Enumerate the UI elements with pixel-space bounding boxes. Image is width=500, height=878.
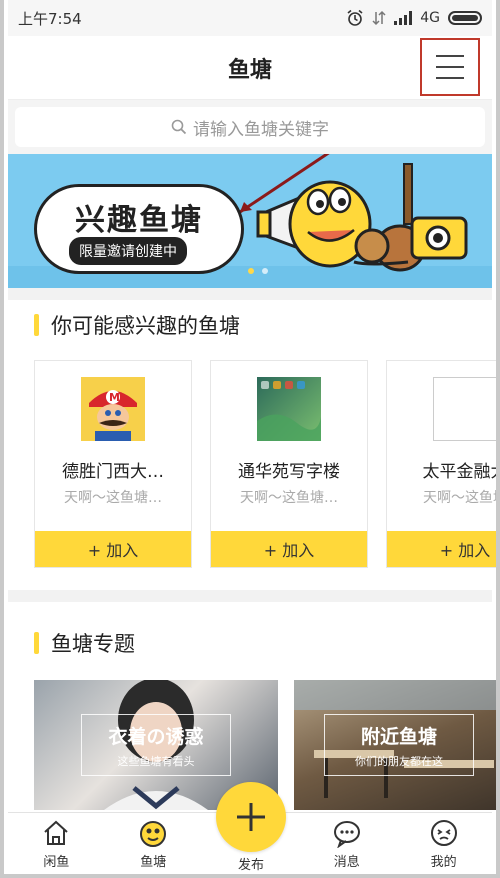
status-icons: 4G (346, 9, 482, 27)
pond-name: 太平金融大 (422, 462, 500, 482)
alarm-icon (347, 9, 363, 26)
status-time: 上午7:54 (18, 9, 82, 28)
tab-xianyu[interactable]: 闲鱼 (8, 813, 105, 874)
banner-pagination (248, 268, 268, 274)
fishpond-icon (140, 821, 167, 847)
tab-label: 鱼塘 (140, 855, 167, 870)
recommend-header: 你可能感兴趣的鱼塘 (8, 310, 492, 340)
network-type: 4G (420, 10, 440, 26)
tab-fishpond[interactable]: 鱼塘 (105, 813, 202, 874)
nav-bar: 鱼塘 (8, 36, 492, 100)
pond-card[interactable]: 太平金融大 天啊～这鱼塘 + 加入 (386, 360, 500, 568)
join-button[interactable]: + 加入 (387, 531, 496, 567)
message-icon (333, 821, 360, 848)
menu-icon (436, 55, 464, 57)
pond-avatar-placeholder (433, 377, 496, 441)
tab-messages[interactable]: 消息 (298, 813, 395, 874)
recommend-carousel[interactable]: M 德胜门西大… 天啊～这鱼塘… + 加入 通华苑写字楼 天啊～这鱼塘… + 加… (34, 360, 500, 570)
topic-label-box: 附近鱼塘 你们的朋友都在这 (324, 714, 474, 776)
search-placeholder: 请输入鱼塘关键字 (193, 119, 329, 140)
search-icon (171, 119, 187, 135)
section-divider (8, 288, 492, 300)
page-title: 鱼塘 (227, 57, 272, 83)
topic-label-box: 衣着の诱惑 这些鱼塘有看头 (81, 714, 231, 776)
pond-avatar-wallpaper (257, 377, 321, 441)
signal-icon (394, 11, 413, 25)
topic-sub: 这些鱼塘有看头 (117, 754, 195, 768)
banner-title: 兴趣鱼塘 (75, 203, 203, 238)
topics-header: 鱼塘专题 (8, 628, 492, 658)
join-button[interactable]: + 加入 (35, 531, 191, 567)
status-bar: 上午7:54 4G (8, 0, 492, 36)
pond-name: 德胜门西大… (62, 462, 164, 482)
join-button[interactable]: + 加入 (211, 531, 367, 567)
data-transfer-icon (372, 10, 386, 26)
publish-label: 发布 (237, 858, 264, 873)
battery-icon (448, 11, 482, 25)
pond-card[interactable]: 通华苑写字楼 天啊～这鱼塘… + 加入 (210, 360, 368, 568)
pond-avatar-mario: M (81, 377, 145, 441)
tab-label: 消息 (333, 855, 360, 870)
publish-button[interactable] (216, 782, 286, 852)
tab-label: 我的 (430, 855, 457, 870)
phone-frame: 上午7:54 4G 鱼塘 请输入鱼塘关键字 兴趣鱼塘 限量邀请创建中 你可能感兴… (0, 0, 500, 878)
pond-desc: 天啊～这鱼塘… (64, 490, 162, 506)
banner-cloud: 兴趣鱼塘 限量邀请创建中 (34, 184, 244, 274)
pond-desc: 天啊～这鱼塘… (240, 490, 338, 506)
menu-button[interactable] (420, 38, 480, 96)
promo-banner[interactable]: 兴趣鱼塘 限量邀请创建中 (8, 154, 492, 288)
topic-heading: 衣着の诱惑 (108, 725, 204, 748)
topic-card-nearby[interactable]: 附近鱼塘 你们的朋友都在这 (294, 680, 496, 810)
banner-subtitle: 限量邀请创建中 (69, 237, 187, 265)
topic-heading: 附近鱼塘 (360, 725, 437, 748)
search-input[interactable]: 请输入鱼塘关键字 (15, 107, 485, 147)
profile-icon (430, 820, 457, 846)
tab-profile[interactable]: 我的 (395, 813, 492, 874)
search-area: 请输入鱼塘关键字 (8, 100, 492, 154)
topic-sub: 你们的朋友都在这 (355, 754, 443, 768)
section-accent-bar (34, 314, 39, 336)
plus-icon (237, 803, 265, 831)
section-divider (8, 590, 492, 602)
pond-card[interactable]: M 德胜门西大… 天啊～这鱼塘… + 加入 (34, 360, 192, 568)
recommend-title: 你可能感兴趣的鱼塘 (51, 314, 240, 338)
topics-title: 鱼塘专题 (51, 632, 135, 656)
home-icon (44, 820, 69, 845)
pond-desc: 天啊～这鱼塘 (423, 490, 500, 506)
section-accent-bar (34, 632, 39, 654)
pond-name: 通华苑写字楼 (238, 462, 340, 482)
svg-text:M: M (109, 391, 120, 404)
tab-label: 闲鱼 (43, 855, 70, 870)
